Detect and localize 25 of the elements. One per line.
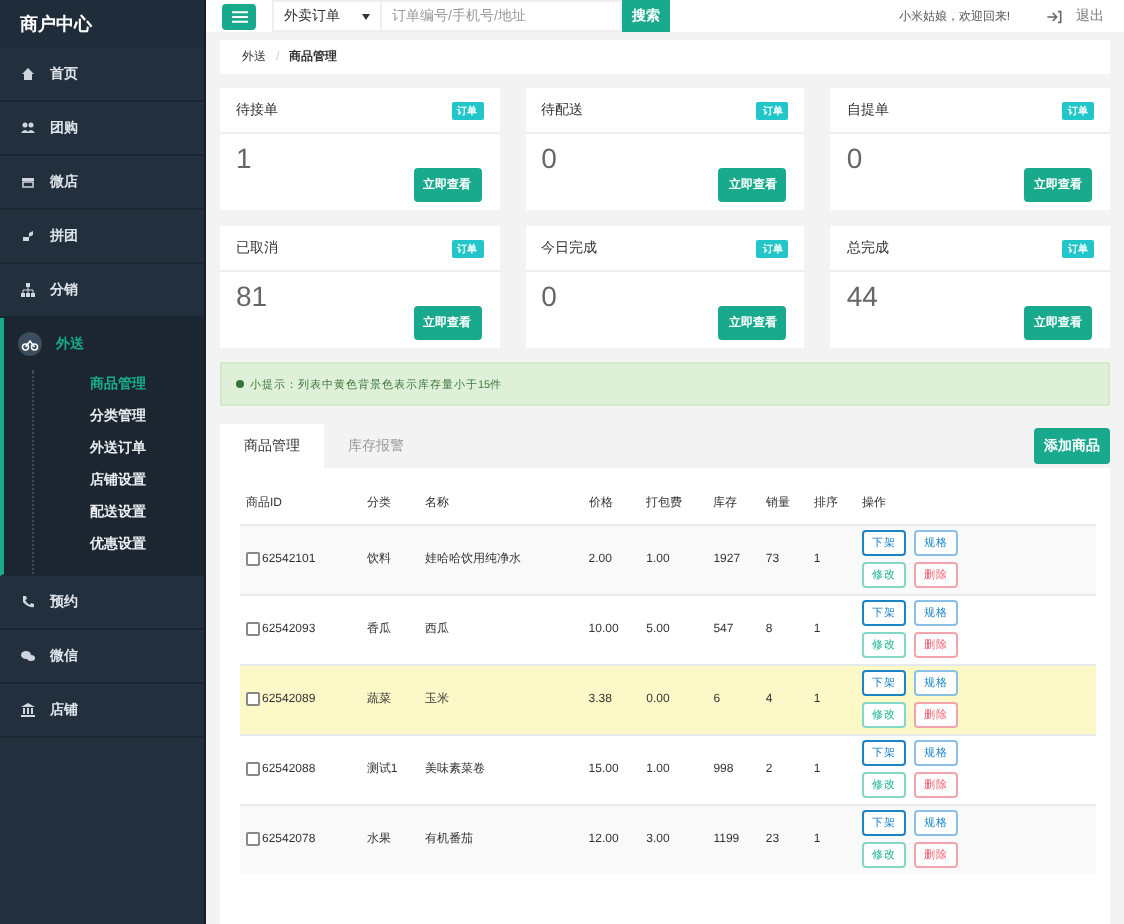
checkbox[interactable]	[246, 832, 260, 847]
people-icon	[20, 120, 36, 136]
motorbike-icon	[18, 332, 42, 356]
menu-button[interactable]	[222, 3, 256, 29]
phone-icon	[20, 594, 36, 610]
menu-icon	[231, 9, 247, 23]
checkbox[interactable]	[246, 762, 260, 776]
caret-icon	[362, 13, 370, 19]
stat-value: 0	[846, 142, 865, 174]
stat-value: 81	[236, 280, 270, 312]
info-icon	[236, 380, 244, 388]
sidebar-title: 商户中心	[0, 0, 204, 48]
hierarchy-icon	[20, 282, 36, 298]
stat-value: 0	[541, 280, 559, 312]
stat-value: 0	[541, 142, 559, 174]
checkbox[interactable]	[246, 552, 260, 566]
stat-value: 44	[846, 280, 880, 312]
house-icon	[20, 66, 36, 82]
checkbox[interactable]	[246, 622, 260, 636]
store-icon	[20, 174, 36, 190]
bank-icon	[20, 702, 36, 718]
checkbox[interactable]	[246, 692, 260, 706]
logout-icon	[1046, 9, 1062, 23]
chat-icon	[20, 648, 36, 664]
stat-value: 1	[236, 142, 254, 174]
